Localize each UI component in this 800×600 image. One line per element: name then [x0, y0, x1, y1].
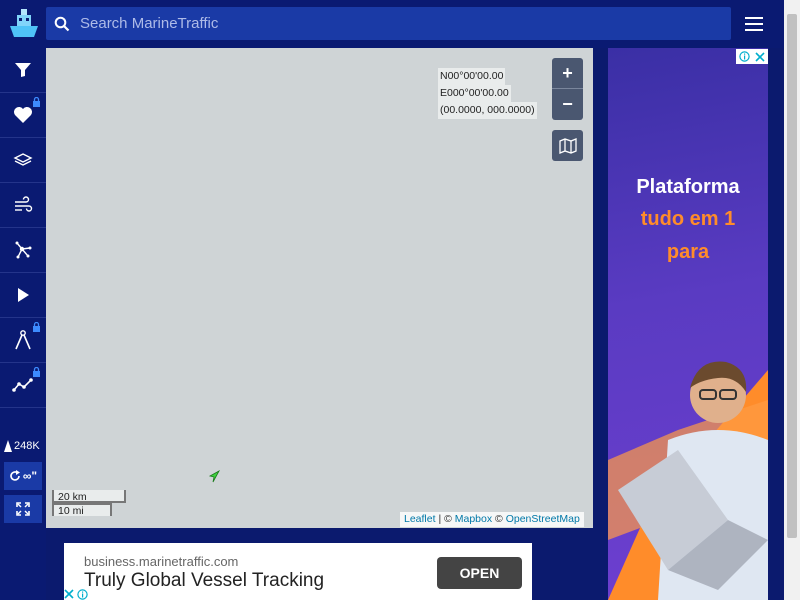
map-layers-button[interactable] [552, 130, 583, 161]
network-icon [15, 241, 32, 259]
marinetraffic-logo-icon[interactable] [6, 6, 42, 42]
coordinates-readout: N00°00'00.00 E000°00'00.00 (00.0000, 000… [438, 68, 542, 119]
layers-icon [13, 153, 33, 166]
info-icon [77, 588, 88, 600]
ad-line-3: para [666, 241, 710, 263]
scale-km: 20 km [52, 490, 126, 503]
ad-person-laptop-image [608, 361, 768, 600]
ad-choices-bottom[interactable] [64, 588, 94, 600]
coords-lat: N00°00'00.00 [438, 68, 506, 85]
coords-lon: E000°00'00.00 [438, 85, 511, 102]
page-scrollbar[interactable] [784, 0, 800, 600]
sidebar-item-routes[interactable] [0, 228, 46, 273]
refresh-label: ∞" [22, 469, 38, 483]
refresh-icon [10, 470, 20, 481]
leaflet-link[interactable]: Leaflet [404, 513, 436, 525]
scale-mi: 10 mi [52, 503, 112, 517]
fullscreen-button[interactable] [4, 495, 42, 523]
scrollbar-thumb[interactable] [787, 14, 797, 538]
search-icon [54, 16, 70, 31]
play-icon [18, 288, 29, 302]
vessel-marker-icon[interactable] [208, 469, 222, 489]
sidebar-item-measure[interactable] [0, 318, 46, 363]
lock-icon [33, 322, 40, 332]
map-scale: 20 km 10 mi [52, 490, 126, 517]
ad-domain: business.marinetraffic.com [84, 554, 239, 569]
ad-open-button[interactable]: OPEN [437, 557, 522, 589]
sidebar-item-playback[interactable] [0, 273, 46, 318]
coords-decimal: (00.0000, 000.0000) [438, 102, 537, 119]
lock-icon [33, 97, 40, 107]
ad-headline: Truly Global Vessel Tracking [84, 570, 325, 591]
compass-icon [15, 330, 31, 350]
close-icon [755, 51, 765, 62]
sidebar-item-layers[interactable] [0, 138, 46, 183]
sidebar-item-filter[interactable] [0, 48, 46, 93]
wind-icon [15, 196, 33, 212]
search-bar[interactable] [46, 7, 731, 40]
vessel-count-value: 248K [14, 440, 40, 452]
top-bar [0, 0, 784, 48]
zoom-control: + − [552, 58, 583, 120]
search-input[interactable] [78, 14, 682, 33]
filter-icon [15, 63, 31, 77]
refresh-button[interactable]: ∞" [4, 462, 42, 490]
ad-line-2: tudo em 1 [640, 208, 736, 230]
close-icon [64, 589, 74, 599]
sidebar-item-weather[interactable] [0, 183, 46, 228]
zoom-in-button[interactable]: + [552, 58, 583, 88]
hamburger-menu-icon[interactable] [740, 10, 768, 38]
zoom-out-button[interactable]: − [552, 89, 583, 119]
attribution-separator: | © [435, 513, 455, 525]
line-chart-icon [12, 378, 33, 392]
sidebar-item-analytics[interactable] [0, 363, 46, 408]
info-icon [739, 51, 750, 62]
heart-icon [14, 107, 32, 123]
sidebar-item-favorites[interactable] [0, 93, 46, 138]
map-icon [558, 137, 577, 154]
fullscreen-icon [16, 502, 30, 516]
ship-icon [4, 440, 12, 452]
osm-link[interactable]: OpenStreetMap [506, 513, 580, 525]
map-canvas[interactable] [46, 48, 593, 528]
bottom-ad-banner[interactable]: business.marinetraffic.com Truly Global … [64, 543, 532, 600]
vessel-count: 248K [4, 440, 40, 452]
lock-icon [33, 367, 40, 377]
mapbox-link[interactable]: Mapbox [455, 513, 492, 525]
attribution-separator-2: © [492, 513, 506, 525]
right-ad-banner[interactable]: Plataforma tudo em 1 para [608, 48, 768, 600]
ad-choices[interactable] [736, 49, 768, 64]
ad-line-1: Plataforma [636, 176, 740, 198]
map-attribution: Leaflet | © Mapbox © OpenStreetMap [400, 512, 584, 527]
